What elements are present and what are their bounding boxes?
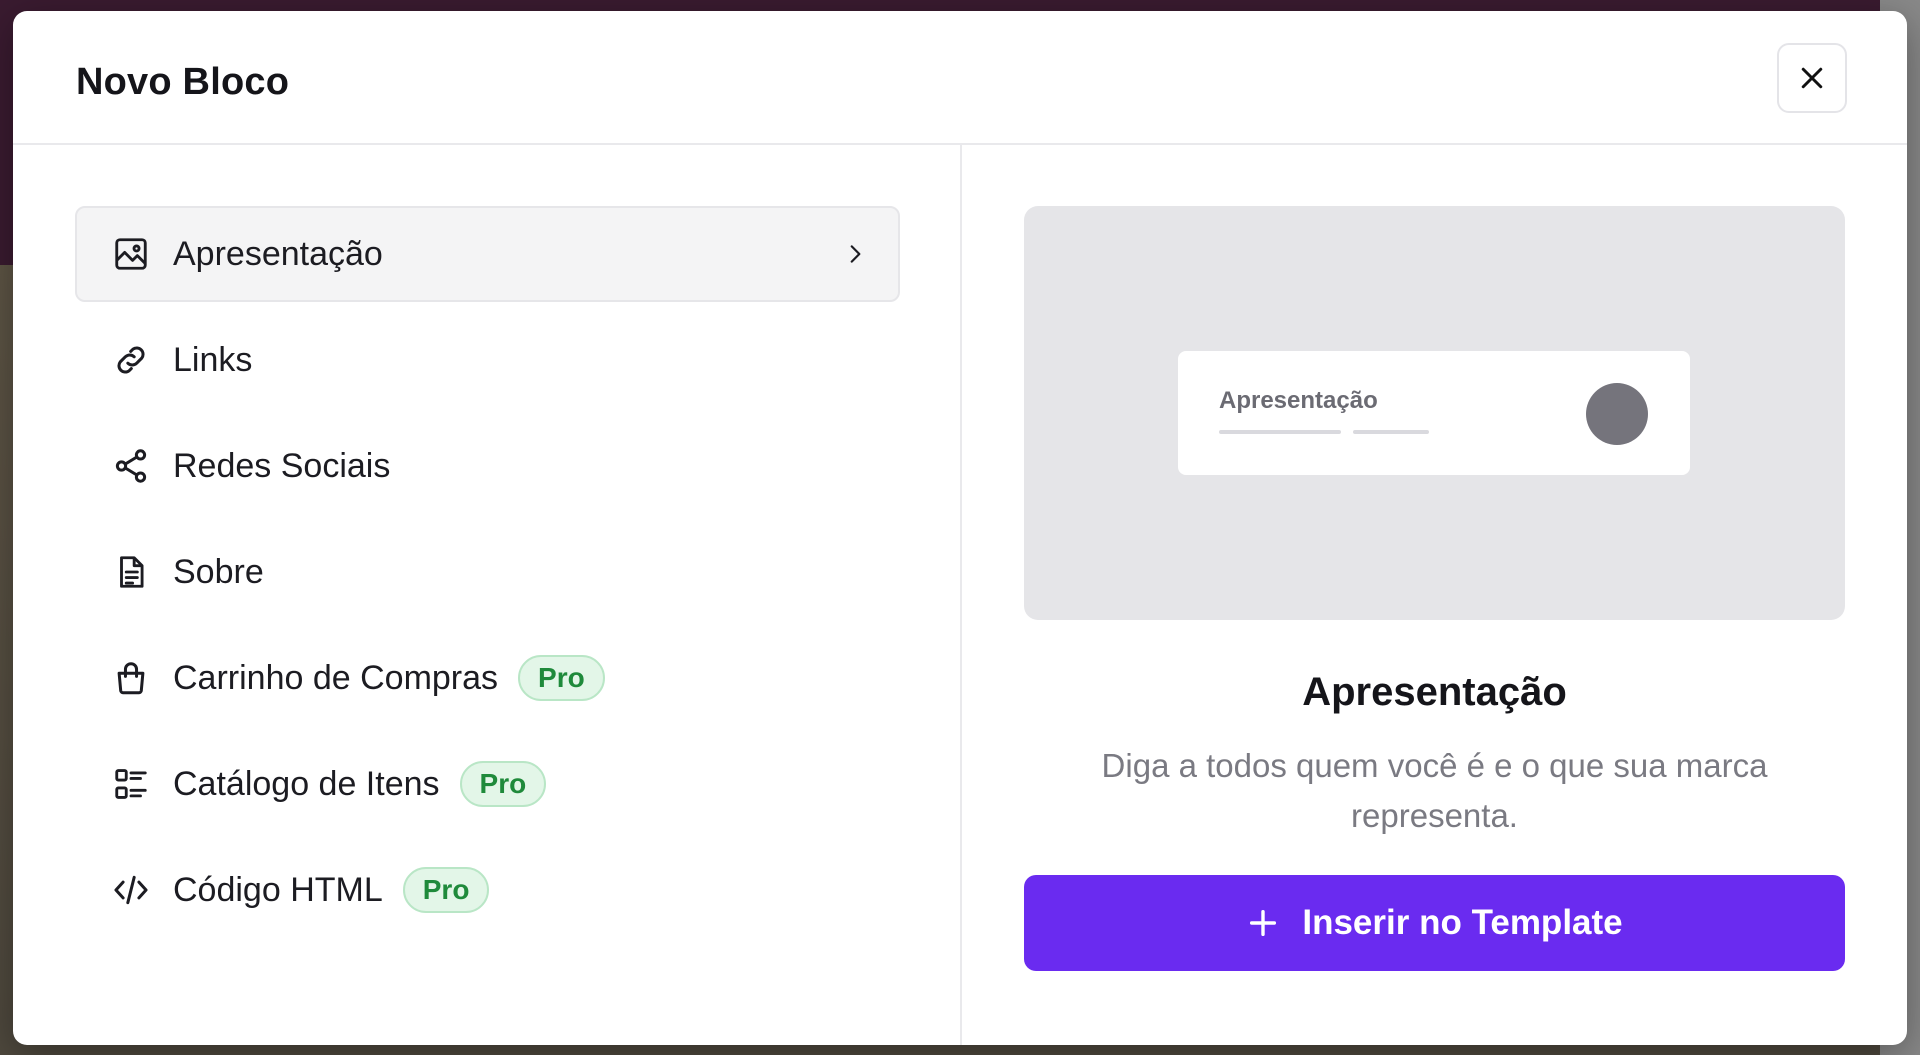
pro-badge: Pro [518,655,605,701]
pro-badge: Pro [459,761,547,807]
modal-title: Novo Bloco [76,61,290,103]
plus-icon [1246,906,1280,940]
insert-button-label: Inserir no Template [1302,903,1623,942]
share-icon [111,446,151,486]
menu-item-codigo-html[interactable]: Código HTML Pro [75,842,900,938]
shopping-bag-icon [111,658,151,698]
document-icon [111,552,151,592]
modal-body: Apresentação Links Redes Sociais Sobre C… [13,145,1907,1045]
preview-placeholder-line [1353,430,1429,434]
preview-avatar [1586,383,1648,445]
menu-item-label: Catálogo de Itens [173,764,440,803]
preview-card-title: Apresentação [1219,387,1378,414]
menu-item-links[interactable]: Links [75,312,900,408]
menu-item-apresentacao[interactable]: Apresentação [75,206,900,302]
close-icon [1801,67,1823,89]
menu-item-label: Sobre [173,552,264,591]
menu-item-label: Redes Sociais [173,446,391,485]
detail-title: Apresentação [1302,670,1567,714]
preview-placeholder-line [1219,430,1341,434]
menu-item-label: Carrinho de Compras [173,658,499,697]
block-preview: Apresentação [1024,206,1845,620]
preview-card: Apresentação [1178,351,1690,475]
chevron-right-icon [842,241,868,267]
menu-item-redes-sociais[interactable]: Redes Sociais [75,418,900,514]
detail-description: Diga a todos quem você é e o que sua mar… [1101,747,1768,834]
menu-item-catalogo-de-itens[interactable]: Catálogo de Itens Pro [75,736,900,832]
block-type-list: Apresentação Links Redes Sociais Sobre C… [13,145,962,1045]
pro-badge: Pro [402,867,490,913]
block-detail-pane: Apresentação Apresentação Diga a todos q… [962,145,1907,1045]
close-button[interactable] [1777,43,1847,113]
menu-item-label: Código HTML [173,870,383,909]
menu-item-label: Links [173,340,253,379]
new-block-modal: Novo Bloco Apresentação Links Redes Soci… [13,11,1907,1045]
image-icon [111,234,151,274]
catalog-list-icon [111,764,151,804]
menu-item-label: Apresentação [173,234,383,273]
menu-item-carrinho-de-compras[interactable]: Carrinho de Compras Pro [75,630,900,726]
insert-into-template-button[interactable]: Inserir no Template [1024,875,1845,971]
menu-item-sobre[interactable]: Sobre [75,524,900,620]
code-icon [111,870,151,910]
link-icon [111,340,151,380]
modal-header: Novo Bloco [13,11,1907,145]
